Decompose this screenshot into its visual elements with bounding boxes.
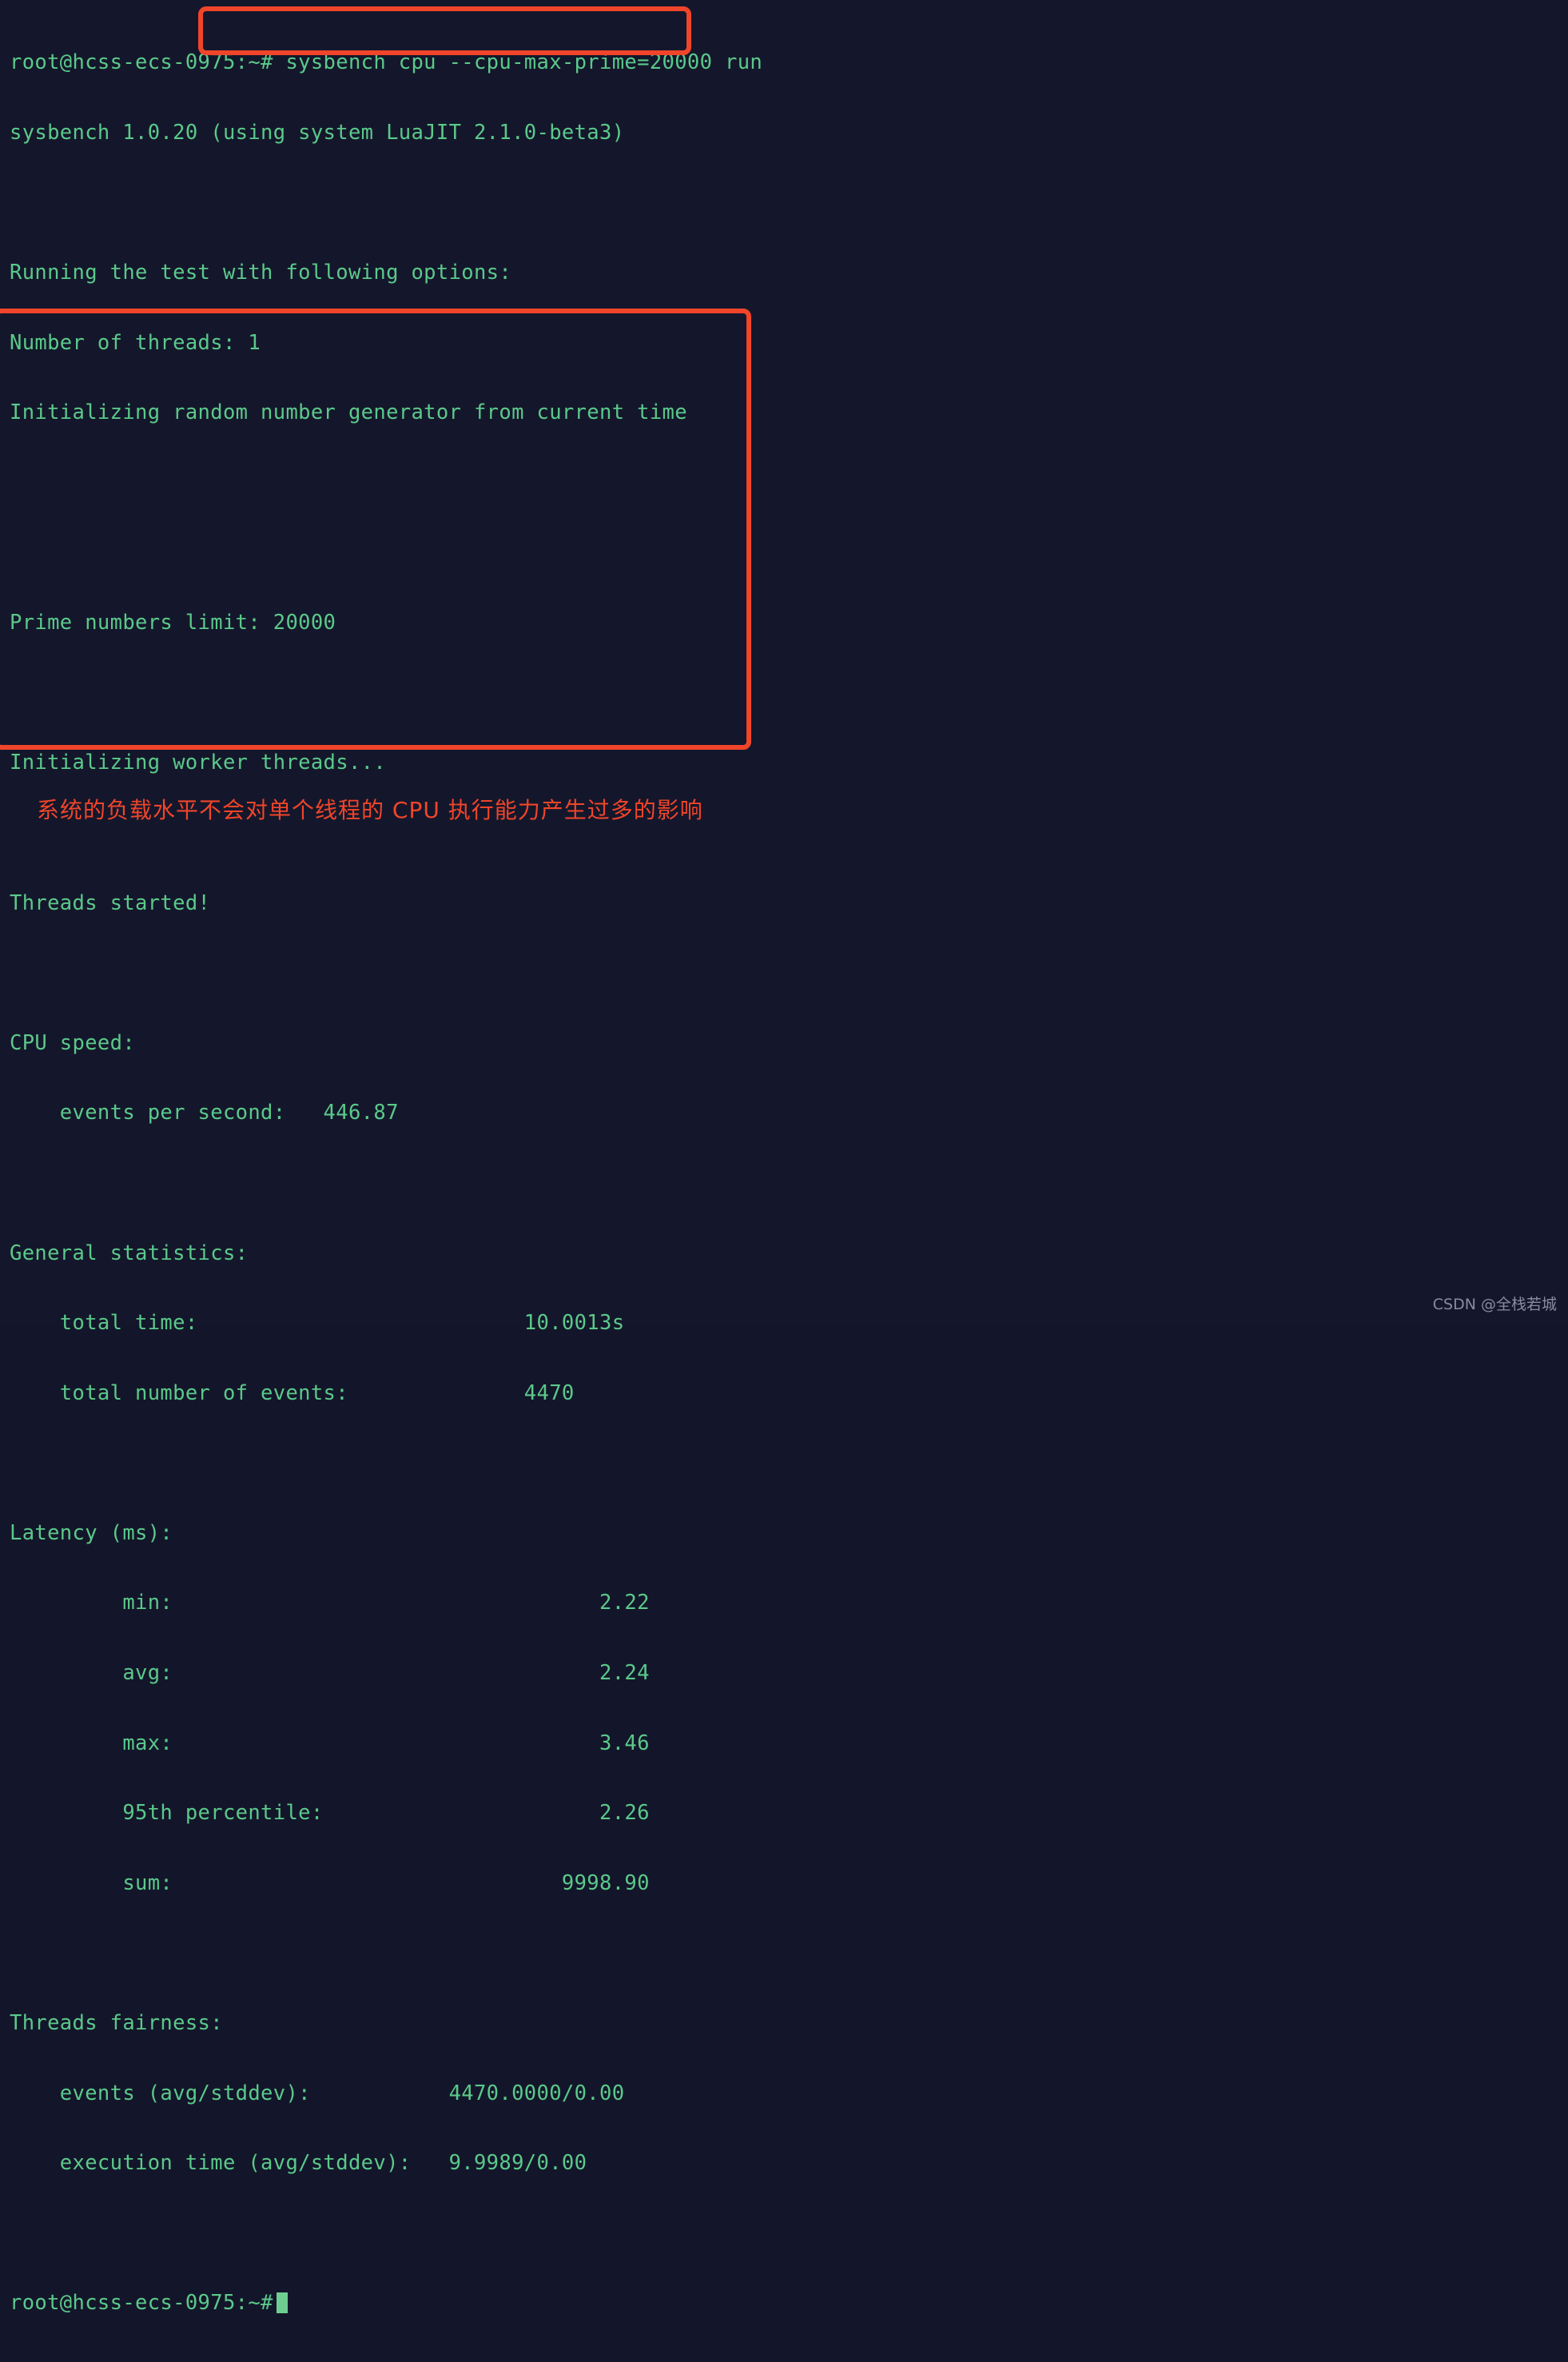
terminal-line-latency-avg: avg: 2.24 (10, 1661, 650, 1686)
shell-prompt: root@hcss-ecs-0975:~# (10, 2291, 273, 2316)
terminal-line-final-prompt: root@hcss-ecs-0975:~# (10, 2292, 762, 2315)
terminal-line-rng: Initializing random number generator fro… (10, 400, 687, 425)
terminal-line-fairness-header: Threads fairness: (10, 2011, 223, 2036)
terminal-line-threads-started: Threads started! (10, 890, 211, 915)
terminal-line-fairness-exec-time: execution time (avg/stddev): 9.9989/0.00 (10, 2151, 587, 2176)
terminal-line-latency-max: max: 3.46 (10, 1731, 650, 1755)
terminal-line-fairness-events: events (avg/stddev): 4470.0000/0.00 (10, 2081, 625, 2105)
terminal-line-init-workers: Initializing worker threads... (10, 751, 387, 775)
terminal-line-general-stats-header: General statistics: (10, 1241, 249, 1265)
terminal-output: root@hcss-ecs-0975:~# sysbench cpu --cpu… (10, 5, 762, 2362)
watermark-label: CSDN @全栈若城 (1432, 1296, 1557, 1313)
terminal-line-latency-header: Latency (ms): (10, 1520, 173, 1545)
terminal-line-events-per-second: events per second: 446.87 (10, 1101, 399, 1125)
terminal-line-cpu-speed-header: CPU speed: (10, 1030, 136, 1055)
annotation-note: 系统的负载水平不会对单个线程的 CPU 执行能力产生过多的影响 (37, 797, 703, 823)
terminal-line-options-header: Running the test with following options: (10, 261, 512, 285)
cursor-block-icon (276, 2292, 288, 2314)
terminal-line-command: root@hcss-ecs-0975:~# sysbench cpu --cpu… (10, 50, 763, 75)
terminal-line-latency-p95: 95th percentile: 2.26 (10, 1801, 650, 1826)
terminal-window[interactable]: root@hcss-ecs-0975:~# sysbench cpu --cpu… (0, 0, 1568, 2315)
terminal-line-version: sysbench 1.0.20 (using system LuaJIT 2.1… (10, 121, 625, 145)
terminal-line-total-time: total time: 10.0013s (10, 1311, 625, 1336)
terminal-line-prime-limit: Prime numbers limit: 20000 (10, 611, 336, 635)
terminal-line-latency-min: min: 2.22 (10, 1591, 650, 1615)
terminal-line-threads: Number of threads: 1 (10, 330, 261, 355)
terminal-line-latency-sum: sum: 9998.90 (10, 1870, 650, 1895)
terminal-line-total-events: total number of events: 4470 (10, 1380, 575, 1405)
